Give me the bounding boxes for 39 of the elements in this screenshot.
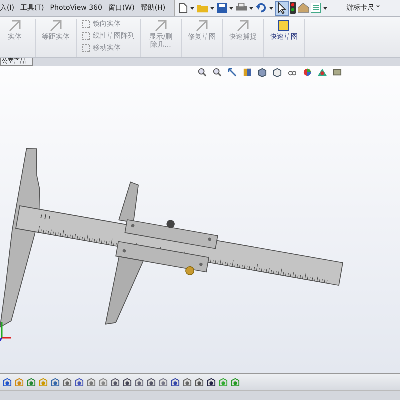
caret-icon[interactable] [190,6,195,10]
toolbar-icon[interactable] [171,378,180,386]
toolbar-icon[interactable] [195,378,204,386]
arrow-icon [236,19,250,33]
caret-icon[interactable] [229,6,234,10]
undo-icon[interactable] [256,3,267,13]
section-icon[interactable] [243,68,252,77]
arrow-icon [195,19,209,33]
zoom-icon[interactable] [198,68,207,77]
scene-icon[interactable] [318,68,327,77]
toolbar-icon[interactable] [147,378,156,386]
dotted-square-icon [82,32,91,40]
arrow-icon[interactable] [228,68,237,77]
glasses-icon[interactable] [288,68,297,77]
toolbar-icon[interactable] [75,378,84,386]
checklist-icon[interactable] [311,3,321,13]
toolbar-icon[interactable] [111,378,120,386]
caret-icon[interactable] [210,6,215,10]
traffic-light-icon[interactable] [290,2,296,14]
save-icon[interactable] [217,3,227,13]
monitor-icon[interactable] [333,68,342,77]
toolbar-icon[interactable] [207,378,216,386]
print-icon[interactable] [236,3,247,13]
arrow-icon [154,19,168,33]
house-icon[interactable] [298,3,309,13]
dotted-square-icon [82,44,91,52]
sketch-icon [277,19,291,33]
dotted-square-icon [82,20,91,28]
sphere-icon[interactable] [303,68,312,77]
new-document-icon[interactable] [179,2,188,14]
caret-icon[interactable] [323,6,328,10]
caret-icon[interactable] [269,6,274,10]
cursor-icon[interactable] [276,2,288,14]
zoom-icon[interactable] [213,68,222,77]
arrow-icon [8,19,22,33]
caret-icon[interactable] [249,6,254,10]
toolbar-icon[interactable] [3,378,12,386]
arrow-icon [49,19,63,33]
toolbar-icon[interactable] [123,378,132,386]
